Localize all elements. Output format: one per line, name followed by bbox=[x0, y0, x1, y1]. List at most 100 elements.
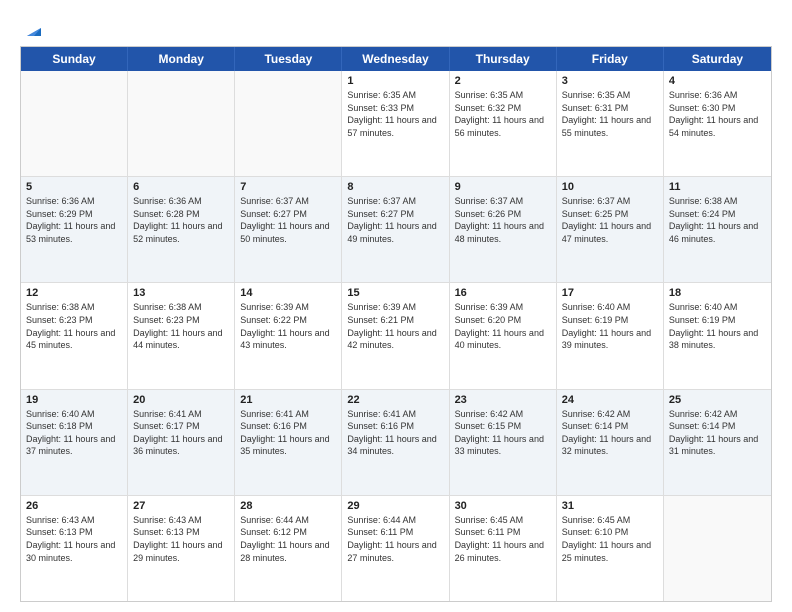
cell-info: Sunrise: 6:37 AM Sunset: 6:25 PM Dayligh… bbox=[562, 195, 658, 245]
empty-cell bbox=[235, 71, 342, 176]
day-cell-6: 6 Sunrise: 6:36 AM Sunset: 6:28 PM Daylig… bbox=[128, 177, 235, 282]
calendar-row-5: 26 Sunrise: 6:43 AM Sunset: 6:13 PM Dayli… bbox=[21, 495, 771, 601]
cell-info: Sunrise: 6:38 AM Sunset: 6:23 PM Dayligh… bbox=[133, 301, 229, 351]
day-cell-15: 15 Sunrise: 6:39 AM Sunset: 6:21 PM Dayli… bbox=[342, 283, 449, 388]
day-number: 8 bbox=[347, 181, 443, 193]
header-cell-wednesday: Wednesday bbox=[342, 47, 449, 71]
day-number: 18 bbox=[669, 287, 766, 299]
cell-info: Sunrise: 6:37 AM Sunset: 6:27 PM Dayligh… bbox=[240, 195, 336, 245]
day-number: 10 bbox=[562, 181, 658, 193]
day-cell-5: 5 Sunrise: 6:36 AM Sunset: 6:29 PM Daylig… bbox=[21, 177, 128, 282]
day-cell-28: 28 Sunrise: 6:44 AM Sunset: 6:12 PM Dayli… bbox=[235, 496, 342, 601]
cell-info: Sunrise: 6:35 AM Sunset: 6:33 PM Dayligh… bbox=[347, 89, 443, 139]
calendar-header: SundayMondayTuesdayWednesdayThursdayFrid… bbox=[21, 47, 771, 71]
day-number: 17 bbox=[562, 287, 658, 299]
day-number: 13 bbox=[133, 287, 229, 299]
header-cell-tuesday: Tuesday bbox=[235, 47, 342, 71]
day-number: 29 bbox=[347, 500, 443, 512]
calendar-row-4: 19 Sunrise: 6:40 AM Sunset: 6:18 PM Dayli… bbox=[21, 389, 771, 495]
day-cell-16: 16 Sunrise: 6:39 AM Sunset: 6:20 PM Dayli… bbox=[450, 283, 557, 388]
cell-info: Sunrise: 6:39 AM Sunset: 6:20 PM Dayligh… bbox=[455, 301, 551, 351]
day-cell-23: 23Sunrise: 6:42 AM Sunset: 6:15 PM Dayli… bbox=[450, 390, 557, 495]
cell-info: Sunrise: 6:36 AM Sunset: 6:29 PM Dayligh… bbox=[26, 195, 122, 245]
cell-info: Sunrise: 6:38 AM Sunset: 6:24 PM Dayligh… bbox=[669, 195, 766, 245]
day-cell-9: 9 Sunrise: 6:37 AM Sunset: 6:26 PM Daylig… bbox=[450, 177, 557, 282]
cell-info: Sunrise: 6:44 AM Sunset: 6:11 PM Dayligh… bbox=[347, 514, 443, 564]
cell-info: Sunrise: 6:37 AM Sunset: 6:26 PM Dayligh… bbox=[455, 195, 551, 245]
day-cell-17: 17 Sunrise: 6:40 AM Sunset: 6:19 PM Dayli… bbox=[557, 283, 664, 388]
cell-info: Sunrise: 6:42 AM Sunset: 6:14 PM Dayligh… bbox=[562, 408, 658, 458]
day-cell-1: 1 Sunrise: 6:35 AM Sunset: 6:33 PM Daylig… bbox=[342, 71, 449, 176]
cell-info: Sunrise: 6:38 AM Sunset: 6:23 PM Dayligh… bbox=[26, 301, 122, 351]
calendar-body: 1 Sunrise: 6:35 AM Sunset: 6:33 PM Daylig… bbox=[21, 71, 771, 601]
cell-info: Sunrise: 6:40 AM Sunset: 6:19 PM Dayligh… bbox=[562, 301, 658, 351]
cell-info: Sunrise: 6:35 AM Sunset: 6:32 PM Dayligh… bbox=[455, 89, 551, 139]
day-cell-29: 29 Sunrise: 6:44 AM Sunset: 6:11 PM Dayli… bbox=[342, 496, 449, 601]
day-number: 21 bbox=[240, 394, 336, 406]
day-number: 24 bbox=[562, 394, 658, 406]
day-cell-10: 10 Sunrise: 6:37 AM Sunset: 6:25 PM Dayli… bbox=[557, 177, 664, 282]
day-number: 19 bbox=[26, 394, 122, 406]
day-number: 9 bbox=[455, 181, 551, 193]
day-cell-26: 26 Sunrise: 6:43 AM Sunset: 6:13 PM Dayli… bbox=[21, 496, 128, 601]
day-number: 3 bbox=[562, 75, 658, 87]
cell-info: Sunrise: 6:45 AM Sunset: 6:11 PM Dayligh… bbox=[455, 514, 551, 564]
cell-info: Sunrise: 6:41 AM Sunset: 6:16 PM Dayligh… bbox=[240, 408, 336, 458]
empty-cell bbox=[664, 496, 771, 601]
day-cell-19: 19 Sunrise: 6:40 AM Sunset: 6:18 PM Dayli… bbox=[21, 390, 128, 495]
cell-info: Sunrise: 6:36 AM Sunset: 6:30 PM Dayligh… bbox=[669, 89, 766, 139]
header bbox=[20, 18, 772, 36]
day-number: 25 bbox=[669, 394, 766, 406]
day-number: 26 bbox=[26, 500, 122, 512]
day-number: 16 bbox=[455, 287, 551, 299]
day-cell-2: 2 Sunrise: 6:35 AM Sunset: 6:32 PM Daylig… bbox=[450, 71, 557, 176]
header-cell-thursday: Thursday bbox=[450, 47, 557, 71]
calendar-row-3: 12 Sunrise: 6:38 AM Sunset: 6:23 PM Dayli… bbox=[21, 282, 771, 388]
day-number: 12 bbox=[26, 287, 122, 299]
day-number: 30 bbox=[455, 500, 551, 512]
day-number: 1 bbox=[347, 75, 443, 87]
cell-info: Sunrise: 6:37 AM Sunset: 6:27 PM Dayligh… bbox=[347, 195, 443, 245]
day-cell-3: 3 Sunrise: 6:35 AM Sunset: 6:31 PM Daylig… bbox=[557, 71, 664, 176]
day-cell-22: 22Sunrise: 6:41 AM Sunset: 6:16 PM Dayli… bbox=[342, 390, 449, 495]
day-number: 14 bbox=[240, 287, 336, 299]
day-number: 31 bbox=[562, 500, 658, 512]
day-cell-24: 24 Sunrise: 6:42 AM Sunset: 6:14 PM Dayli… bbox=[557, 390, 664, 495]
cell-info: Sunrise: 6:40 AM Sunset: 6:19 PM Dayligh… bbox=[669, 301, 766, 351]
day-number: 6 bbox=[133, 181, 229, 193]
header-cell-saturday: Saturday bbox=[664, 47, 771, 71]
day-number: 2 bbox=[455, 75, 551, 87]
day-cell-12: 12 Sunrise: 6:38 AM Sunset: 6:23 PM Dayli… bbox=[21, 283, 128, 388]
cell-info: Sunrise: 6:36 AM Sunset: 6:28 PM Dayligh… bbox=[133, 195, 229, 245]
day-number: 28 bbox=[240, 500, 336, 512]
day-number: 11 bbox=[669, 181, 766, 193]
cell-info: Sunrise: 6:39 AM Sunset: 6:21 PM Dayligh… bbox=[347, 301, 443, 351]
empty-cell bbox=[21, 71, 128, 176]
cell-info: Sunrise: 6:44 AM Sunset: 6:12 PM Dayligh… bbox=[240, 514, 336, 564]
logo-icon bbox=[23, 18, 45, 40]
day-cell-7: 7 Sunrise: 6:37 AM Sunset: 6:27 PM Daylig… bbox=[235, 177, 342, 282]
cell-info: Sunrise: 6:45 AM Sunset: 6:10 PM Dayligh… bbox=[562, 514, 658, 564]
header-cell-monday: Monday bbox=[128, 47, 235, 71]
cell-info: Sunrise: 6:41 AM Sunset: 6:16 PM Dayligh… bbox=[347, 408, 443, 458]
calendar-row-1: 1 Sunrise: 6:35 AM Sunset: 6:33 PM Daylig… bbox=[21, 71, 771, 176]
day-number: 20 bbox=[133, 394, 229, 406]
day-cell-21: 21 Sunrise: 6:41 AM Sunset: 6:16 PM Dayli… bbox=[235, 390, 342, 495]
day-number: 7 bbox=[240, 181, 336, 193]
day-number: 15 bbox=[347, 287, 443, 299]
logo bbox=[20, 18, 45, 36]
cell-info: Sunrise: 6:41 AM Sunset: 6:17 PM Dayligh… bbox=[133, 408, 229, 458]
day-number: 23 bbox=[455, 394, 551, 406]
cell-info: Sunrise: 6:35 AM Sunset: 6:31 PM Dayligh… bbox=[562, 89, 658, 139]
day-number: 4 bbox=[669, 75, 766, 87]
day-number: 5 bbox=[26, 181, 122, 193]
day-cell-14: 14 Sunrise: 6:39 AM Sunset: 6:22 PM Dayli… bbox=[235, 283, 342, 388]
cell-info: Sunrise: 6:43 AM Sunset: 6:13 PM Dayligh… bbox=[26, 514, 122, 564]
cell-info: Sunrise: 6:40 AM Sunset: 6:18 PM Dayligh… bbox=[26, 408, 122, 458]
cell-info: Sunrise: 6:43 AM Sunset: 6:13 PM Dayligh… bbox=[133, 514, 229, 564]
cell-info: Sunrise: 6:39 AM Sunset: 6:22 PM Dayligh… bbox=[240, 301, 336, 351]
empty-cell bbox=[128, 71, 235, 176]
day-cell-11: 11 Sunrise: 6:38 AM Sunset: 6:24 PM Dayli… bbox=[664, 177, 771, 282]
day-cell-30: 30 Sunrise: 6:45 AM Sunset: 6:11 PM Dayli… bbox=[450, 496, 557, 601]
cell-info: Sunrise: 6:42 AM Sunset: 6:14 PM Dayligh… bbox=[669, 408, 766, 458]
